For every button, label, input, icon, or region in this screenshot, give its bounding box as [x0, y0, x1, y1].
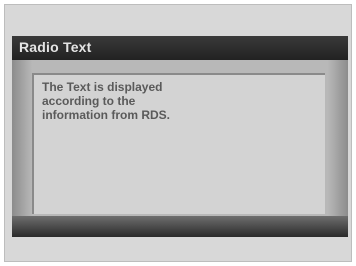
radio-text-panel: The Text is displayed according to the i… [32, 73, 325, 214]
bottom-bar [12, 216, 348, 237]
screen-title: Radio Text [19, 39, 92, 55]
screen-body: The Text is displayed according to the i… [12, 60, 348, 216]
title-bar: Radio Text [12, 36, 348, 60]
display-screen: Radio Text The Text is displayed accordi… [12, 36, 348, 237]
radio-text-message: The Text is displayed according to the i… [42, 80, 170, 122]
